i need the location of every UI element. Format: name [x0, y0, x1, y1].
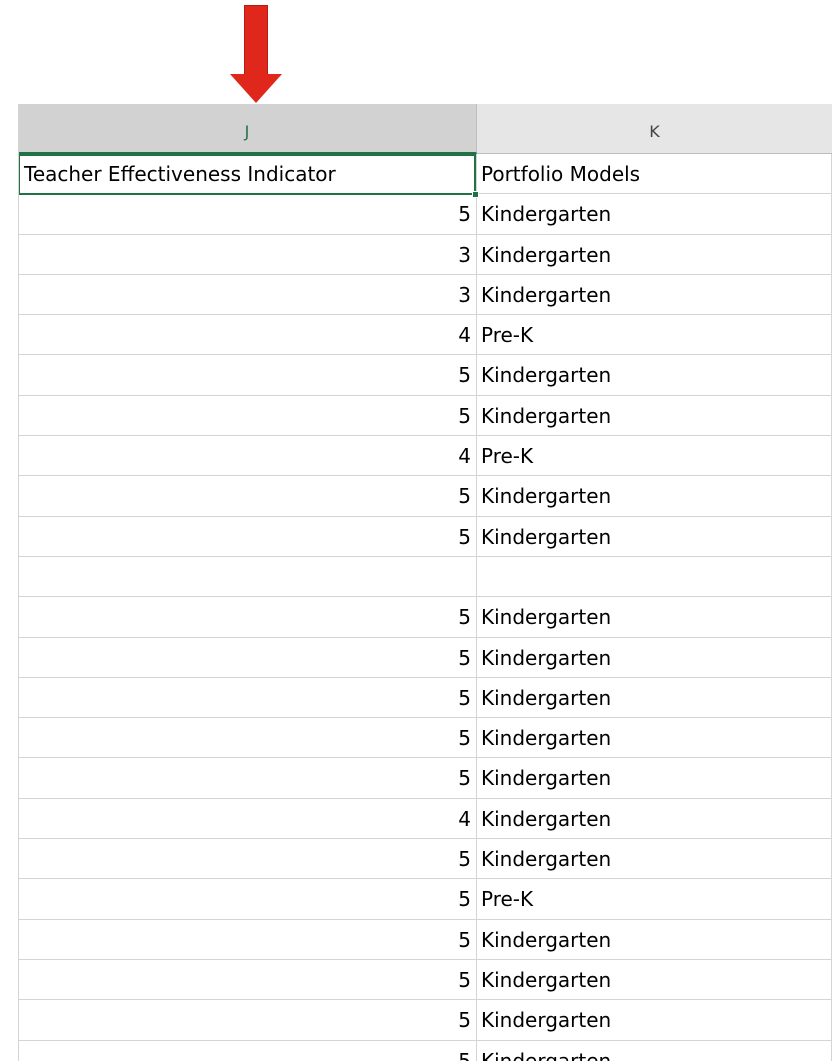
- cell-j[interactable]: 4: [18, 436, 477, 477]
- table-row: [18, 556, 832, 598]
- cell-k[interactable]: Kindergarten: [477, 637, 832, 678]
- column-header-k[interactable]: K: [477, 104, 832, 154]
- cell-k[interactable]: Kindergarten: [477, 274, 832, 316]
- cell-k[interactable]: Pre-K: [477, 879, 832, 920]
- cell-j[interactable]: 5: [18, 637, 477, 678]
- cell-j[interactable]: 5: [18, 516, 477, 557]
- table-row: 4 Pre-K: [18, 436, 832, 477]
- cell-j[interactable]: 5: [18, 1000, 477, 1041]
- table-row: 5 Kindergarten: [18, 677, 832, 719]
- cell-j[interactable]: 3: [18, 234, 477, 275]
- cell-k[interactable]: Kindergarten: [477, 959, 832, 1001]
- table-row: 5 Kindergarten: [18, 839, 832, 880]
- table-row: 5 Kindergarten: [18, 959, 832, 1001]
- table-row: 5 Kindergarten: [18, 476, 832, 517]
- cell-k[interactable]: Pre-K: [477, 436, 832, 477]
- arrow-shaft: [244, 5, 268, 75]
- table-row: 5 Kindergarten: [18, 516, 832, 557]
- table-row: 5 Kindergarten: [18, 194, 832, 235]
- cell-k[interactable]: Kindergarten: [477, 516, 832, 557]
- table-row: 5 Kindergarten: [18, 637, 832, 678]
- cell-j[interactable]: 5: [18, 355, 477, 396]
- cell-k[interactable]: Kindergarten: [477, 395, 832, 437]
- cell-k[interactable]: Kindergarten: [477, 1000, 832, 1041]
- cell-k[interactable]: Kindergarten: [477, 758, 832, 799]
- table-row: 3 Kindergarten: [18, 234, 832, 275]
- cell-k[interactable]: Kindergarten: [477, 1040, 832, 1061]
- table-row: 5 Kindergarten: [18, 395, 832, 437]
- worksheet-grid[interactable]: J K Teacher Effectiveness Indicator Port…: [18, 104, 832, 1061]
- cell-k[interactable]: [477, 556, 832, 598]
- cell-k[interactable]: Kindergarten: [477, 194, 832, 235]
- table-row: 5 Kindergarten: [18, 597, 832, 638]
- grid-left-edge: [18, 104, 19, 1061]
- cell-k[interactable]: Kindergarten: [477, 234, 832, 275]
- cell-k1[interactable]: Portfolio Models: [477, 154, 832, 195]
- table-row: 5 Kindergarten: [18, 1040, 832, 1061]
- arrow-head: [230, 74, 282, 103]
- cell-k[interactable]: Kindergarten: [477, 677, 832, 719]
- cell-j[interactable]: 5: [18, 1040, 477, 1061]
- cell-k[interactable]: Kindergarten: [477, 919, 832, 960]
- cell-j[interactable]: 5: [18, 718, 477, 759]
- cell-j[interactable]: 5: [18, 879, 477, 920]
- cell-k[interactable]: Kindergarten: [477, 839, 832, 880]
- cell-k[interactable]: Pre-K: [477, 315, 832, 356]
- cell-j[interactable]: 3: [18, 274, 477, 316]
- cell-k[interactable]: Kindergarten: [477, 798, 832, 840]
- fill-handle[interactable]: [472, 191, 479, 198]
- table-row: 5 Kindergarten: [18, 758, 832, 799]
- cell-j[interactable]: 5: [18, 959, 477, 1001]
- cell-j1[interactable]: Teacher Effectiveness Indicator: [18, 154, 477, 195]
- cell-j[interactable]: 5: [18, 839, 477, 880]
- spreadsheet-screenshot: J K Teacher Effectiveness Indicator Port…: [0, 0, 832, 1061]
- cell-j[interactable]: [18, 556, 477, 598]
- table-row: 3 Kindergarten: [18, 274, 832, 316]
- table-row: 5 Kindergarten: [18, 1000, 832, 1041]
- table-row: 5 Pre-K: [18, 879, 832, 920]
- table-row: 4 Pre-K: [18, 315, 832, 356]
- table-row: 5 Kindergarten: [18, 355, 832, 396]
- column-header-j[interactable]: J: [18, 104, 477, 154]
- cell-j[interactable]: 4: [18, 798, 477, 840]
- table-row: Teacher Effectiveness Indicator Portfoli…: [18, 154, 832, 195]
- cell-k[interactable]: Kindergarten: [477, 718, 832, 759]
- cell-j[interactable]: 5: [18, 395, 477, 437]
- cell-k[interactable]: Kindergarten: [477, 476, 832, 517]
- red-arrow-annotation: [230, 5, 282, 103]
- cell-j[interactable]: 5: [18, 919, 477, 960]
- cell-j[interactable]: 5: [18, 758, 477, 799]
- grid-rows: Teacher Effectiveness Indicator Portfoli…: [18, 154, 832, 1061]
- cell-j[interactable]: 5: [18, 597, 477, 638]
- cell-k[interactable]: Kindergarten: [477, 597, 832, 638]
- cell-j[interactable]: 5: [18, 677, 477, 719]
- cell-j[interactable]: 5: [18, 194, 477, 235]
- column-header-bar: J K: [18, 104, 832, 154]
- cell-k[interactable]: Kindergarten: [477, 355, 832, 396]
- cell-j[interactable]: 4: [18, 315, 477, 356]
- table-row: 4 Kindergarten: [18, 798, 832, 840]
- table-row: 5 Kindergarten: [18, 718, 832, 759]
- table-row: 5 Kindergarten: [18, 919, 832, 960]
- cell-j[interactable]: 5: [18, 476, 477, 517]
